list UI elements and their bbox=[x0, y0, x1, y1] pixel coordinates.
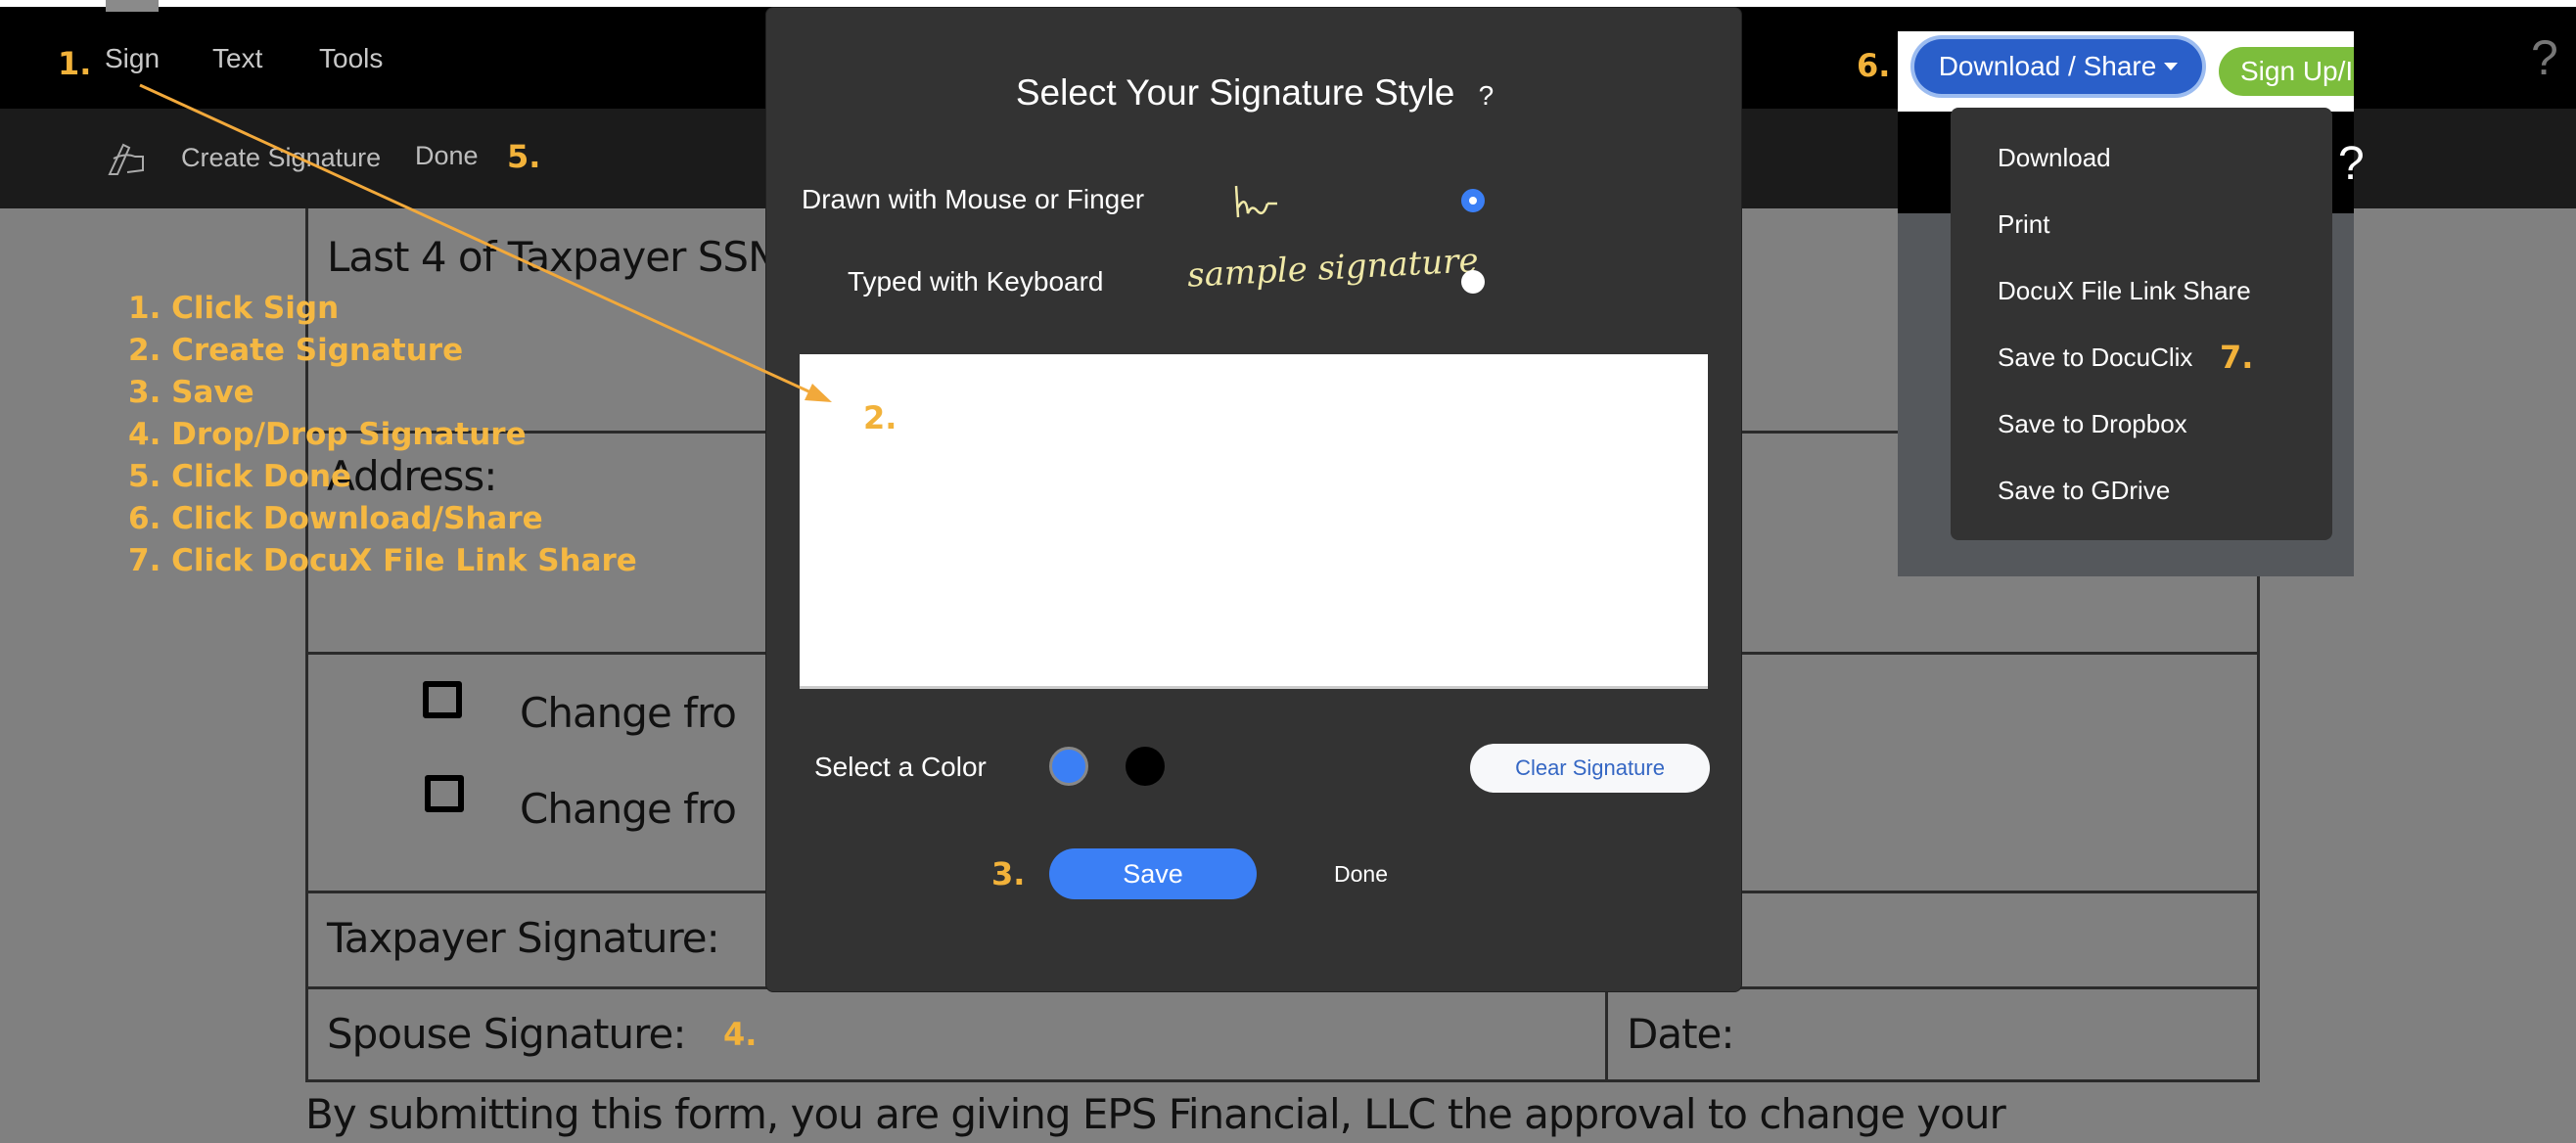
radio-drawn[interactable] bbox=[1461, 189, 1485, 212]
checkbox-change-2[interactable] bbox=[425, 775, 464, 812]
instruction-item: 5. Click Done bbox=[128, 459, 352, 494]
change-option-1: Change fro bbox=[520, 689, 737, 737]
option-typed-label[interactable]: Typed with Keyboard bbox=[848, 266, 1104, 297]
step-4-marker: 4. bbox=[723, 1016, 758, 1053]
help-icon-secondary[interactable]: ? bbox=[2338, 137, 2365, 191]
radio-typed[interactable] bbox=[1461, 270, 1485, 294]
color-label: Select a Color bbox=[814, 752, 987, 782]
change-option-2: Change fro bbox=[520, 785, 737, 833]
signature-canvas[interactable] bbox=[800, 354, 1708, 689]
dropdown-item-save-gdrive[interactable]: Save to GDrive bbox=[1998, 476, 2170, 506]
done-toolbar-button[interactable]: Done bbox=[415, 141, 479, 171]
instruction-item: 3. Save bbox=[128, 375, 254, 410]
instruction-item: 7. Click DocuX File Link Share bbox=[128, 543, 637, 578]
step-5-marker: 5. bbox=[507, 138, 541, 175]
help-icon[interactable]: ? bbox=[1479, 80, 1495, 111]
instruction-item: 4. Drop/Drop Signature bbox=[128, 417, 527, 452]
step-1-marker: 1. bbox=[58, 45, 92, 82]
menu-sign[interactable]: Sign bbox=[105, 43, 160, 74]
spouse-signature-label: Spouse Signature: bbox=[327, 1010, 686, 1058]
signature-style-modal: Select Your Signature Style ? Drawn with… bbox=[765, 7, 1742, 992]
step-7-marker: 7. bbox=[2220, 339, 2254, 376]
download-share-button[interactable]: Download / Share bbox=[1914, 39, 2202, 94]
dropdown-item-save-docuclix[interactable]: Save to DocuClix bbox=[1998, 343, 2192, 373]
instruction-item: 2. Create Signature bbox=[128, 333, 464, 368]
top-strip bbox=[0, 0, 2576, 7]
step-2-marker: 2. bbox=[863, 399, 897, 436]
typed-signature-sample: sample signature bbox=[1186, 241, 1480, 296]
modal-title-row: Select Your Signature Style ? bbox=[766, 72, 1743, 114]
download-share-dropdown: Download Print DocuX File Link Share Sav… bbox=[1951, 108, 2332, 540]
checkbox-change-1[interactable] bbox=[423, 681, 462, 718]
clear-signature-button[interactable]: Clear Signature bbox=[1470, 744, 1710, 793]
option-drawn-label[interactable]: Drawn with Mouse or Finger bbox=[802, 184, 1144, 215]
active-tab-indicator bbox=[106, 0, 159, 12]
drawn-signature-sample bbox=[1234, 185, 1277, 218]
instruction-item: 1. Click Sign bbox=[128, 291, 340, 326]
color-blue-swatch[interactable] bbox=[1049, 747, 1088, 786]
modal-done-button[interactable]: Done bbox=[1334, 861, 1388, 888]
menu-tools[interactable]: Tools bbox=[319, 43, 383, 74]
help-icon[interactable]: ? bbox=[2531, 29, 2558, 86]
color-black-swatch[interactable] bbox=[1126, 747, 1165, 786]
step-6-marker: 6. bbox=[1857, 47, 1891, 84]
caret-down-icon bbox=[2164, 63, 2179, 70]
instructions-list: 1. Click Sign 2. Create Signature 3. Sav… bbox=[128, 288, 637, 582]
dropdown-item-download[interactable]: Download bbox=[1998, 143, 2111, 173]
instruction-item: 6. Click Download/Share bbox=[128, 501, 543, 536]
taxpayer-signature-label: Taxpayer Signature: bbox=[327, 914, 720, 962]
footer-text: By submitting this form, you are giving … bbox=[305, 1090, 2006, 1138]
signature-hand-icon[interactable] bbox=[106, 139, 149, 178]
ssn-label: Last 4 of Taxpayer SSN bbox=[327, 233, 778, 281]
dropdown-item-docux-link-share[interactable]: DocuX File Link Share bbox=[1998, 276, 2251, 306]
dropdown-item-print[interactable]: Print bbox=[1998, 209, 2049, 240]
save-button[interactable]: Save bbox=[1049, 848, 1257, 899]
create-signature-button[interactable]: Create Signature bbox=[181, 143, 381, 173]
menu-text[interactable]: Text bbox=[212, 43, 262, 74]
download-share-label: Download / Share bbox=[1938, 51, 2157, 81]
modal-title: Select Your Signature Style bbox=[1015, 72, 1455, 113]
step-3-marker: 3. bbox=[991, 855, 1026, 892]
dropdown-item-save-dropbox[interactable]: Save to Dropbox bbox=[1998, 409, 2187, 439]
date-label: Date: bbox=[1627, 1010, 1735, 1058]
signup-button[interactable]: Sign Up/I bbox=[2219, 47, 2354, 96]
column-divider bbox=[1605, 986, 1608, 1082]
